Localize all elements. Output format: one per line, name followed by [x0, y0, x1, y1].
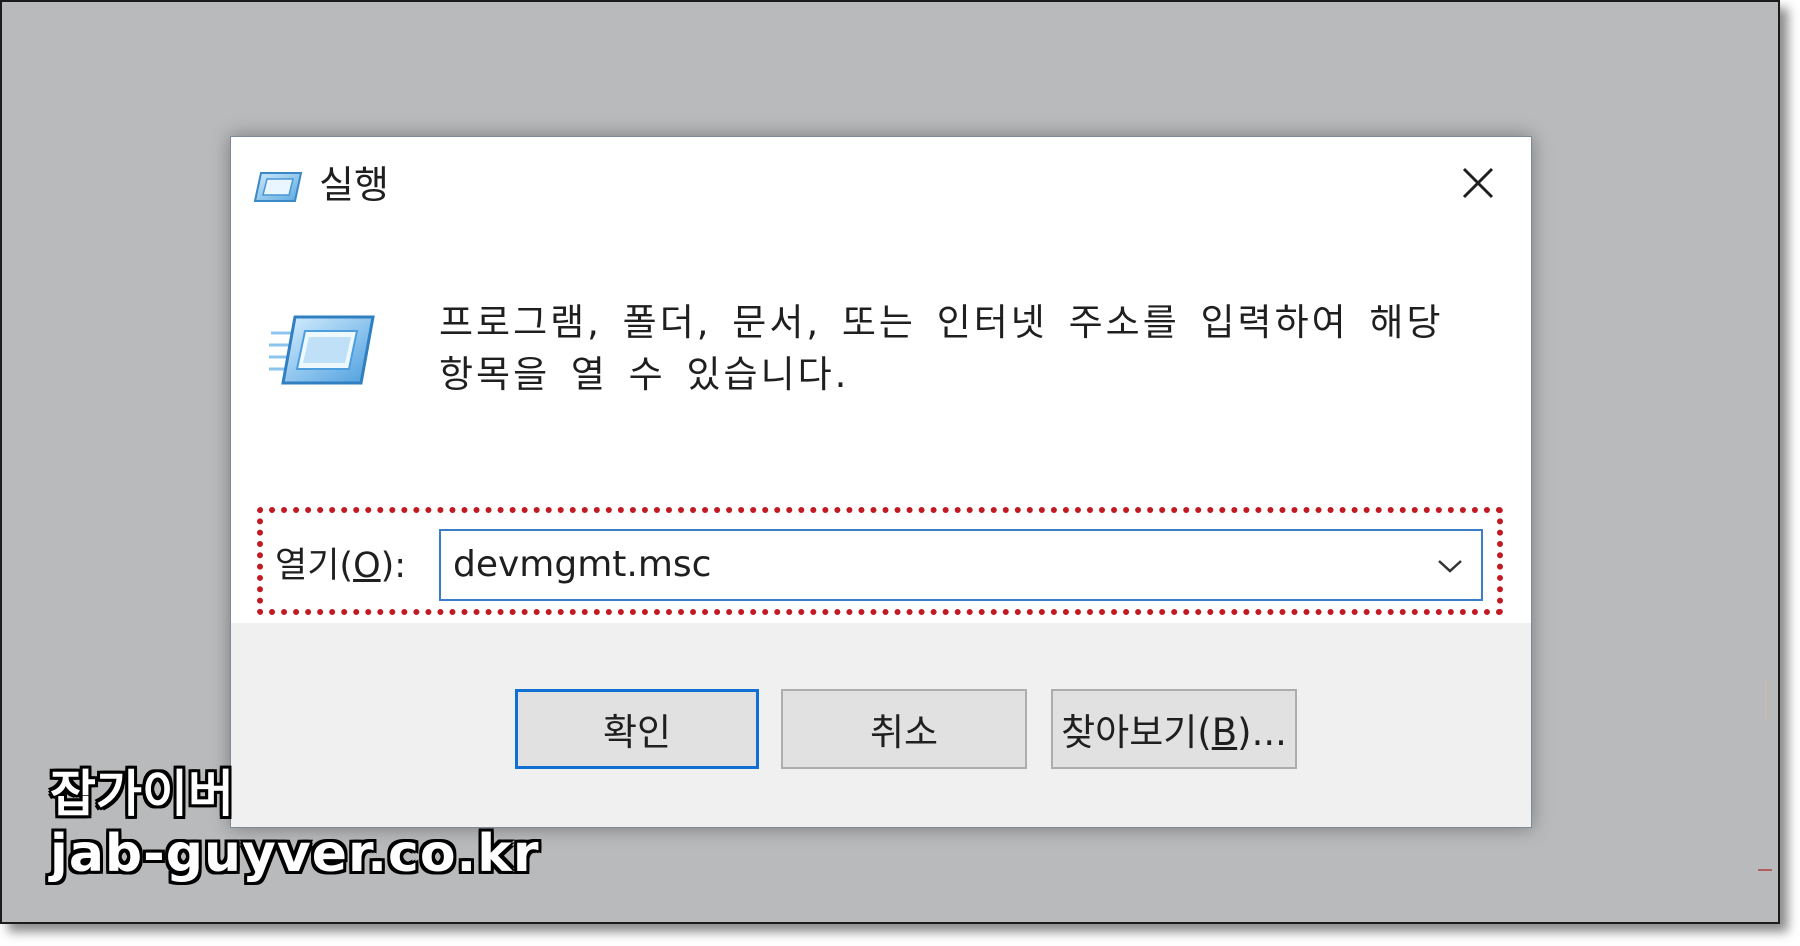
cancel-button-label: 취소 — [869, 711, 939, 754]
cancel-button[interactable]: 취소 — [781, 689, 1027, 769]
browse-label-accesskey: B — [1211, 711, 1238, 754]
run-icon — [269, 305, 379, 395]
close-icon — [1461, 166, 1495, 204]
watermark-title: 잡가이버 — [50, 765, 234, 823]
browse-button[interactable]: 찾아보기(B)... — [1051, 689, 1297, 769]
ok-button[interactable]: 확인 — [515, 689, 759, 769]
browse-label-prefix: 찾아보기( — [1061, 711, 1212, 754]
dialog-body: 프로그램, 폴더, 문서, 또는 인터넷 주소를 입력하여 해당 항목을 열 수… — [231, 233, 1531, 623]
run-icon — [253, 167, 305, 207]
watermark-url: jab-guyver.co.kr — [50, 824, 540, 884]
dialog-description: 프로그램, 폴더, 문서, 또는 인터넷 주소를 입력하여 해당 항목을 열 수… — [439, 301, 1444, 396]
browse-label-suffix: )... — [1237, 711, 1287, 754]
highlight-annotation — [257, 507, 1503, 615]
run-dialog: 실행 프로그램, 폴더, 문서, 또는 인터넷 주소를 입력하여 해당 항목을 … — [230, 136, 1532, 828]
watermark: 잡가이버 jab-guyver.co.kr — [50, 764, 540, 884]
title-bar: 실행 — [231, 137, 1531, 233]
close-button[interactable] — [1447, 157, 1509, 213]
ok-button-label: 확인 — [602, 711, 672, 754]
edge-artifact — [1758, 680, 1772, 871]
window-title: 실행 — [319, 163, 389, 207]
browse-button-label: 찾아보기(B)... — [1061, 702, 1287, 756]
